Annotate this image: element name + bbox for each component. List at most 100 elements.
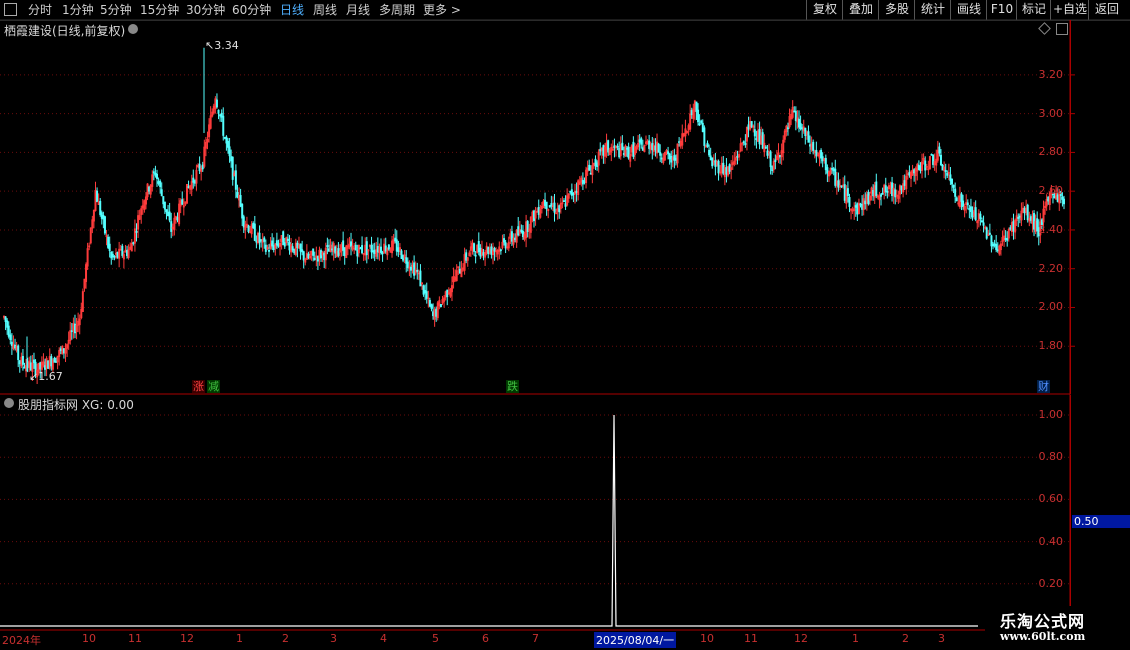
event-tag-rise[interactable]: 涨: [192, 380, 205, 393]
indicator-menu-icon[interactable]: [4, 398, 14, 408]
period-7[interactable]: 周线: [313, 1, 337, 19]
candle-body: [291, 246, 294, 251]
candle-body: [398, 247, 401, 251]
candle-body: [957, 202, 960, 205]
candle-body: [135, 231, 138, 233]
period-10[interactable]: 更多 >: [423, 1, 461, 19]
candle-body: [742, 141, 745, 143]
candle-body: [862, 198, 865, 211]
candle-body: [305, 253, 308, 260]
candle-body: [712, 160, 715, 163]
candle-body: [588, 164, 591, 171]
candle-body: [204, 141, 207, 149]
window-square-icon[interactable]: [4, 3, 17, 16]
toolbar-button-1[interactable]: 叠加: [842, 0, 879, 20]
candle-body: [279, 242, 282, 247]
candle-body: [144, 196, 147, 205]
candle-body: [674, 157, 677, 161]
toolbar-button-8[interactable]: 返回: [1088, 0, 1125, 20]
candle-body: [350, 241, 353, 247]
candle-body: [316, 256, 319, 262]
candle-body: [610, 146, 613, 153]
candle-body: [422, 285, 425, 295]
toolbar-button-5[interactable]: F10: [986, 0, 1017, 20]
candle-body: [567, 193, 570, 199]
candle-body: [999, 243, 1002, 251]
candle-body: [455, 270, 458, 281]
toolbar-button-3[interactable]: 统计: [914, 0, 951, 20]
candle-body: [222, 115, 225, 136]
period-6[interactable]: 日线: [280, 1, 304, 19]
toolbar-button-7[interactable]: +自选: [1050, 0, 1089, 20]
candle-body: [747, 124, 750, 130]
period-1[interactable]: 1分钟: [62, 1, 94, 19]
event-tag-finance[interactable]: 财: [1037, 380, 1050, 393]
candle-body: [114, 252, 117, 255]
toolbar-button-4[interactable]: 画线: [950, 0, 987, 20]
candle-body: [704, 145, 707, 148]
candle-body: [215, 99, 218, 108]
candle-body: [909, 171, 912, 179]
date-tick-11: 2025/08/04/一: [594, 632, 677, 648]
event-tag-fall[interactable]: 跌: [506, 380, 519, 393]
toolbar-button-6[interactable]: 标记: [1016, 0, 1051, 20]
candle-body: [252, 222, 255, 229]
candle-body: [239, 195, 242, 207]
indicator-tick-3: 0.40: [1038, 534, 1064, 548]
candle-body: [220, 112, 223, 118]
candle-body: [372, 250, 375, 253]
period-8[interactable]: 月线: [346, 1, 370, 19]
period-5[interactable]: 60分钟: [232, 1, 271, 19]
price-tick-7: 1.80: [1038, 339, 1064, 353]
candle-body: [334, 246, 337, 254]
candle-body: [485, 245, 488, 254]
candle-body: [197, 165, 200, 167]
candle-body: [105, 235, 108, 238]
candle-body: [482, 252, 485, 256]
chevron-down-icon[interactable]: [128, 24, 138, 34]
candle-body: [10, 341, 13, 346]
candle-body: [960, 193, 963, 202]
candle-body: [649, 144, 652, 150]
candle-body: [1028, 218, 1031, 222]
candle-body: [834, 168, 837, 186]
candle-body: [386, 248, 389, 256]
candle-body: [86, 248, 89, 267]
candle-body: [842, 184, 845, 187]
period-0[interactable]: 分时: [28, 1, 52, 19]
toolbar-button-2[interactable]: 多股: [878, 0, 915, 20]
candle-body: [157, 181, 160, 184]
diamond-icon[interactable]: [1038, 22, 1051, 35]
candle-body: [299, 243, 302, 252]
candle-body: [170, 221, 173, 232]
candle-body: [988, 232, 991, 235]
candle-body: [476, 244, 479, 254]
candle-body: [40, 361, 43, 370]
kline-chart[interactable]: [0, 0, 1130, 650]
candle-body: [695, 101, 698, 112]
toolbar-button-0[interactable]: 复权: [806, 0, 843, 20]
candle-body: [534, 211, 537, 219]
event-tag-reduce[interactable]: 减: [207, 380, 220, 393]
candle-body: [690, 110, 693, 116]
candle-body: [1042, 208, 1045, 223]
candle-body: [25, 365, 28, 372]
indicator-cursor-value: 0.50: [1072, 514, 1130, 528]
candle-body: [656, 141, 659, 154]
candle-body: [234, 170, 237, 190]
candle-body: [468, 252, 471, 257]
period-9[interactable]: 多周期: [379, 1, 415, 19]
candle-body: [536, 210, 539, 213]
panel-toggle-icon[interactable]: [1056, 23, 1068, 35]
candle-body: [285, 237, 288, 243]
period-3[interactable]: 15分钟: [140, 1, 179, 19]
candle-body: [400, 250, 403, 259]
period-4[interactable]: 30分钟: [186, 1, 225, 19]
candle-body: [867, 192, 870, 205]
candle-body: [585, 169, 588, 184]
period-2[interactable]: 5分钟: [100, 1, 132, 19]
candle-body: [214, 98, 217, 110]
candle-body: [1034, 220, 1037, 232]
candle-body: [184, 201, 187, 205]
candle-body: [1031, 216, 1034, 225]
